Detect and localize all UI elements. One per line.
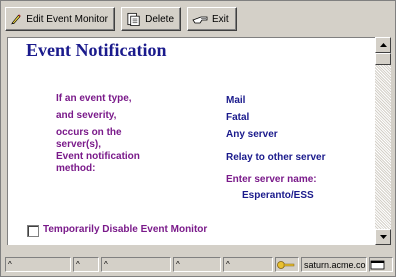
event-type-prompt: If an event type, xyxy=(56,93,132,104)
server-prompt-line2: server(s), xyxy=(56,139,102,150)
status-cell-1[interactable]: ^ xyxy=(5,257,71,272)
scroll-up-button[interactable] xyxy=(375,37,391,53)
page-title: Event Notification xyxy=(26,40,167,60)
status-cell-5[interactable]: ^ xyxy=(223,257,273,272)
exit-button[interactable]: Exit xyxy=(187,7,237,31)
edit-event-monitor-label: Edit Event Monitor xyxy=(26,13,108,25)
status-window-cell[interactable] xyxy=(369,257,393,272)
arrow-up-icon xyxy=(379,43,387,47)
server-name-prompt: Enter server name: xyxy=(226,174,317,185)
method-prompt-line2: method: xyxy=(56,163,96,174)
scroll-down-button[interactable] xyxy=(375,229,391,245)
caret-up-icon: ^ xyxy=(76,260,80,269)
event-type-value: Mail xyxy=(226,95,246,106)
disable-monitor-label: Temporarily Disable Event Monitor xyxy=(43,224,208,235)
status-bar: ^ ^ ^ ^ ^ saturn.acme.co xyxy=(3,255,395,273)
exit-label: Exit xyxy=(212,13,229,25)
caret-up-icon: ^ xyxy=(176,260,180,269)
pencil-icon xyxy=(10,14,21,25)
key-icon xyxy=(277,260,295,269)
scroll-thumb[interactable] xyxy=(375,53,391,65)
status-cell-3[interactable]: ^ xyxy=(101,257,171,272)
status-key-cell xyxy=(275,257,299,272)
status-cell-2[interactable]: ^ xyxy=(73,257,99,272)
severity-prompt: and severity, xyxy=(56,110,117,121)
method-value: Relay to other server xyxy=(226,152,326,163)
exit-hand-icon xyxy=(192,16,208,24)
delete-button[interactable]: Delete xyxy=(121,7,181,31)
server-prompt-line1: occurs on the xyxy=(56,127,122,138)
disable-monitor-checkbox[interactable] xyxy=(27,225,39,237)
toolbar: Edit Event Monitor Delete Exit xyxy=(3,4,393,34)
document-content: Event Notification If an event type, and… xyxy=(7,37,375,245)
severity-value: Fatal xyxy=(226,112,250,123)
server-name-value: Esperanto/ESS xyxy=(242,190,314,201)
method-prompt-line1: Event notification xyxy=(56,151,140,162)
caret-up-icon: ^ xyxy=(8,260,12,269)
delete-label: Delete xyxy=(145,13,174,25)
window-icon xyxy=(370,260,385,269)
status-cell-4[interactable]: ^ xyxy=(173,257,221,272)
status-server: saturn.acme.co xyxy=(301,257,367,272)
edit-event-monitor-button[interactable]: Edit Event Monitor xyxy=(5,7,115,31)
caret-up-icon: ^ xyxy=(104,260,108,269)
caret-up-icon: ^ xyxy=(226,260,230,269)
app-window: Edit Event Monitor Delete Exit Event Not… xyxy=(0,0,396,277)
server-value: Any server xyxy=(226,129,278,140)
vertical-scrollbar[interactable] xyxy=(375,37,391,245)
arrow-down-icon xyxy=(379,235,387,239)
document-delete-icon xyxy=(127,12,140,26)
